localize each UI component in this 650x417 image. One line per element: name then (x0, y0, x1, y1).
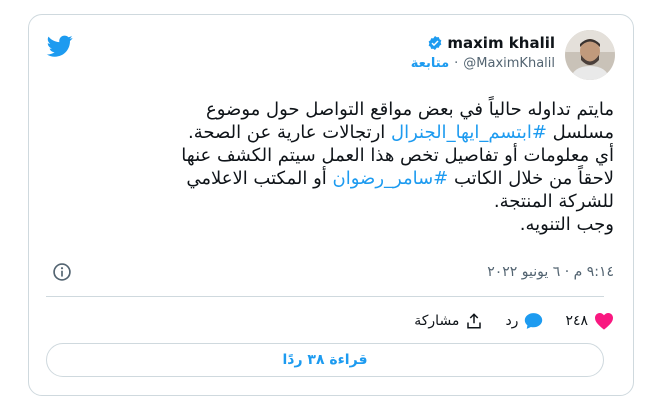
tweet-line-5: للشركة المنتجة. (493, 191, 614, 212)
verified-badge-icon (429, 36, 442, 50)
tweet-line-2-suffix: ارتجالات عارية عن الصحة. (187, 122, 386, 143)
share-button[interactable]: مشاركة (414, 312, 483, 330)
separator-dot: · (454, 56, 459, 71)
share-icon (467, 313, 482, 329)
avatar[interactable] (565, 30, 615, 80)
tweet-line-2-prefix: مسلسل (546, 122, 614, 143)
user-name[interactable]: maxim khalil (447, 34, 555, 52)
read-replies-label: قراءة ٣٨ ردًا (282, 352, 368, 368)
user-handle[interactable]: @MaximKhalil (463, 56, 555, 71)
tweet-text: مايتم تداوله حالياً في بعض مواقع التواصل… (54, 98, 614, 236)
share-label: مشاركة (414, 313, 460, 329)
tweet-line-1: مايتم تداوله حالياً في بعض مواقع التواصل… (206, 99, 614, 120)
like-button[interactable]: ٢٤٨ (565, 312, 614, 330)
divider (46, 296, 604, 297)
hashtag-link-2[interactable]: #سامر_رضوان (333, 168, 449, 189)
reply-bubble-icon (525, 313, 543, 329)
tweet-line-4-prefix: لاحقاً من خلال الكاتب (448, 168, 614, 189)
tweet-line-4: لاحقاً من خلال الكاتب #سامر_رضوان أو الم… (54, 167, 614, 190)
user-info: maxim khalil متابعة · @MaximKhalil (411, 34, 555, 71)
heart-icon (595, 312, 613, 330)
avatar-image (565, 30, 615, 80)
tweet-line-6: وجب التنويه. (519, 214, 614, 235)
like-count: ٢٤٨ (565, 313, 588, 329)
reply-button[interactable]: رد (505, 312, 543, 330)
read-replies-button[interactable]: قراءة ٣٨ ردًا (46, 343, 604, 377)
info-icon[interactable] (52, 262, 72, 282)
twitter-bird-icon[interactable] (45, 33, 75, 59)
tweet-line-2: مسلسل #ابتسم_ايها_الجنرال ارتجالات عارية… (54, 121, 614, 144)
hashtag-link-1[interactable]: #ابتسم_ايها_الجنرال (391, 122, 547, 143)
tweet-actions: ٢٤٨ رد مشاركة (414, 312, 614, 330)
tweet-timestamp[interactable]: ٩:١٤ م · ٦ يونيو ٢٠٢٢ (487, 264, 614, 280)
reply-label: رد (505, 313, 519, 329)
follow-link[interactable]: متابعة (411, 56, 449, 71)
tweet-line-3: أي معلومات أو تفاصيل تخص هذا العمل سيتم … (181, 145, 614, 166)
tweet-line-4-suffix: أو المكتب الاعلامي (186, 168, 327, 189)
